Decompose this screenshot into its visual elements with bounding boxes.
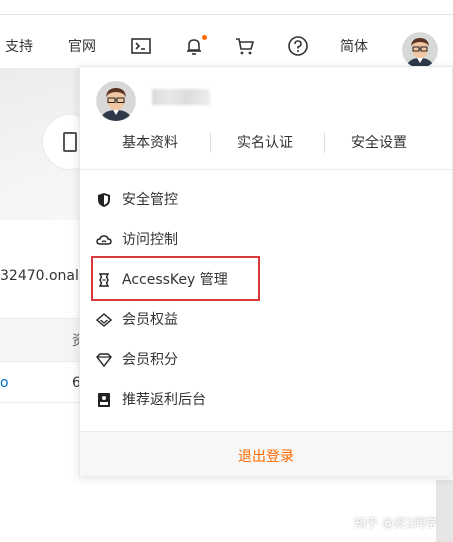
dropdown-divider <box>80 169 452 170</box>
terminal-icon[interactable] <box>130 35 152 57</box>
menu-item-access-control[interactable]: 访问控制 <box>80 220 452 260</box>
tab-basic-info[interactable]: 基本资料 <box>122 133 178 153</box>
tab-separator <box>324 133 325 153</box>
notification-dot <box>202 35 207 40</box>
menu-item-label: 会员权益 <box>122 312 178 328</box>
user-avatar[interactable] <box>402 32 438 68</box>
scrollbar[interactable] <box>436 480 453 542</box>
menu-item-label: 会员积分 <box>122 352 178 368</box>
cart-icon[interactable] <box>234 35 256 57</box>
top-navbar: 支持 官网 简体 <box>0 0 453 68</box>
dropdown-avatar <box>96 81 136 121</box>
shield-icon <box>96 192 112 208</box>
logout-button[interactable]: 退出登录 <box>80 446 452 466</box>
gem-icon <box>96 352 112 368</box>
watermark-text: 知乎 @麦2同学 <box>354 516 438 530</box>
badge-icon <box>96 392 112 408</box>
tab-real-name-auth[interactable]: 实名认证 <box>237 133 293 153</box>
help-icon[interactable] <box>287 35 309 57</box>
accesskey-highlight-box <box>91 256 260 301</box>
language-switch[interactable]: 简体 <box>340 38 368 56</box>
menu-item-referral-rebate[interactable]: 推荐返利后台 <box>80 380 452 420</box>
menu-item-label: 访问控制 <box>122 232 178 248</box>
nav-divider <box>0 14 453 15</box>
tab-security-settings[interactable]: 安全设置 <box>351 133 407 153</box>
menu-item-security-control[interactable]: 安全管控 <box>80 180 452 220</box>
username-redacted <box>152 89 210 105</box>
account-id-text: 32470.onaliy <box>0 268 92 284</box>
menu-item-label: 推荐返利后台 <box>122 392 206 408</box>
cloud-icon <box>96 232 112 248</box>
nav-support-link[interactable]: 支持 <box>5 38 33 56</box>
tab-separator <box>210 133 211 153</box>
document-icon <box>63 132 77 152</box>
nav-official-site-link[interactable]: 官网 <box>68 38 96 56</box>
menu-item-member-points[interactable]: 会员积分 <box>80 340 452 380</box>
menu-item-label: 安全管控 <box>122 192 178 208</box>
menu-item-member-benefits[interactable]: 会员权益 <box>80 300 452 340</box>
table-cell-link[interactable]: o <box>0 375 9 391</box>
diamond-icon <box>96 312 112 328</box>
dropdown-footer: 退出登录 <box>80 431 452 476</box>
